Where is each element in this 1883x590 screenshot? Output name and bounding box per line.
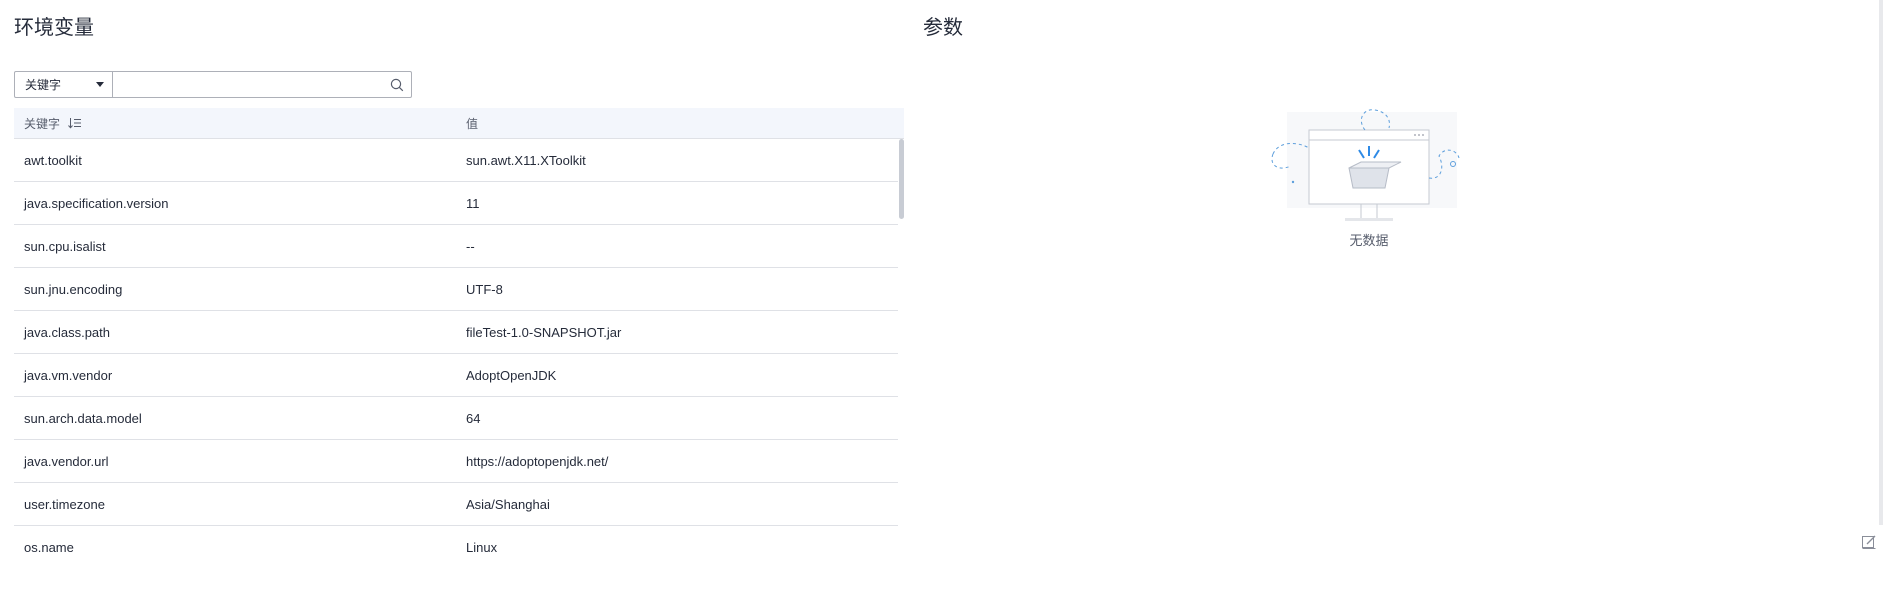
cell-value: sun.awt.X11.XToolkit <box>466 152 586 168</box>
table-row[interactable]: sun.cpu.isalist -- <box>14 225 898 268</box>
table-scrollbar[interactable] <box>899 139 904 219</box>
cell-key: java.class.path <box>24 324 110 340</box>
table-header: 关键字 值 <box>14 108 904 139</box>
table-row[interactable]: sun.arch.data.model 64 <box>14 397 898 440</box>
cell-value: AdoptOpenJDK <box>466 367 557 383</box>
table-row[interactable]: user.timezone Asia/Shanghai <box>14 483 898 526</box>
table-row[interactable]: java.vm.vendor AdoptOpenJDK <box>14 354 898 397</box>
env-table: 关键字 值 awt.toolkit sun.awt.X11.XToolkit jav… <box>14 108 904 559</box>
cell-value: https://adoptopenjdk.net/ <box>466 453 609 469</box>
cell-key: sun.cpu.isalist <box>24 238 106 254</box>
cell-value: -- <box>466 238 475 254</box>
env-section-title: 环境变量 <box>14 17 94 39</box>
cell-key: java.specification.version <box>24 195 169 211</box>
table-row[interactable]: awt.toolkit sun.awt.X11.XToolkit <box>14 139 898 182</box>
column-header-key: 关键字 <box>14 115 456 132</box>
empty-box-icon <box>1271 109 1460 221</box>
env-variables-panel: 环境变量 关键字 关键字 值 awt.toolkit sun.awt.X11.X… <box>14 0 904 590</box>
params-panel: 参数 无数据 <box>923 0 1863 590</box>
column-header-value: 值 <box>466 116 479 131</box>
column-header-key-label: 关键字 <box>24 116 61 131</box>
cell-key: sun.arch.data.model <box>24 410 142 426</box>
filter-bar: 关键字 <box>14 71 412 98</box>
empty-state-text: 无数据 <box>1349 233 1389 248</box>
cell-value: 64 <box>466 410 481 426</box>
params-section-title: 参数 <box>923 17 963 39</box>
cell-value: 11 <box>466 195 480 211</box>
cell-key: awt.toolkit <box>24 152 82 168</box>
filter-field-select[interactable]: 关键字 <box>15 72 113 97</box>
table-row[interactable]: java.vendor.url https://adoptopenjdk.net/ <box>14 440 898 483</box>
cell-key: sun.jnu.encoding <box>24 281 123 297</box>
cell-value: fileTest-1.0-SNAPSHOT.jar <box>466 324 622 340</box>
chevron-down-icon <box>96 82 104 87</box>
filter-field-label: 关键字 <box>25 78 62 92</box>
cell-value: UTF-8 <box>466 281 503 297</box>
edit-icon[interactable] <box>1861 534 1877 550</box>
table-row[interactable]: os.name Linux <box>14 526 898 559</box>
sort-icon[interactable] <box>68 117 82 129</box>
page-scrollbar[interactable] <box>1879 0 1883 525</box>
filter-search-input[interactable] <box>113 72 383 97</box>
search-icon[interactable] <box>383 72 411 97</box>
cell-value: Linux <box>466 539 498 555</box>
cell-key: os.name <box>24 539 74 555</box>
empty-state: 无数据 <box>1269 106 1469 256</box>
table-row[interactable]: java.class.path fileTest-1.0-SNAPSHOT.jar <box>14 311 898 354</box>
table-body: awt.toolkit sun.awt.X11.XToolkit java.spec… <box>14 139 898 559</box>
cell-key: user.timezone <box>24 496 105 512</box>
table-row[interactable]: sun.jnu.encoding UTF-8 <box>14 268 898 311</box>
table-row[interactable]: java.specification.version 11 <box>14 182 898 225</box>
cell-key: java.vendor.url <box>24 453 109 469</box>
cell-value: Asia/Shanghai <box>466 496 550 512</box>
cell-key: java.vm.vendor <box>24 367 113 383</box>
